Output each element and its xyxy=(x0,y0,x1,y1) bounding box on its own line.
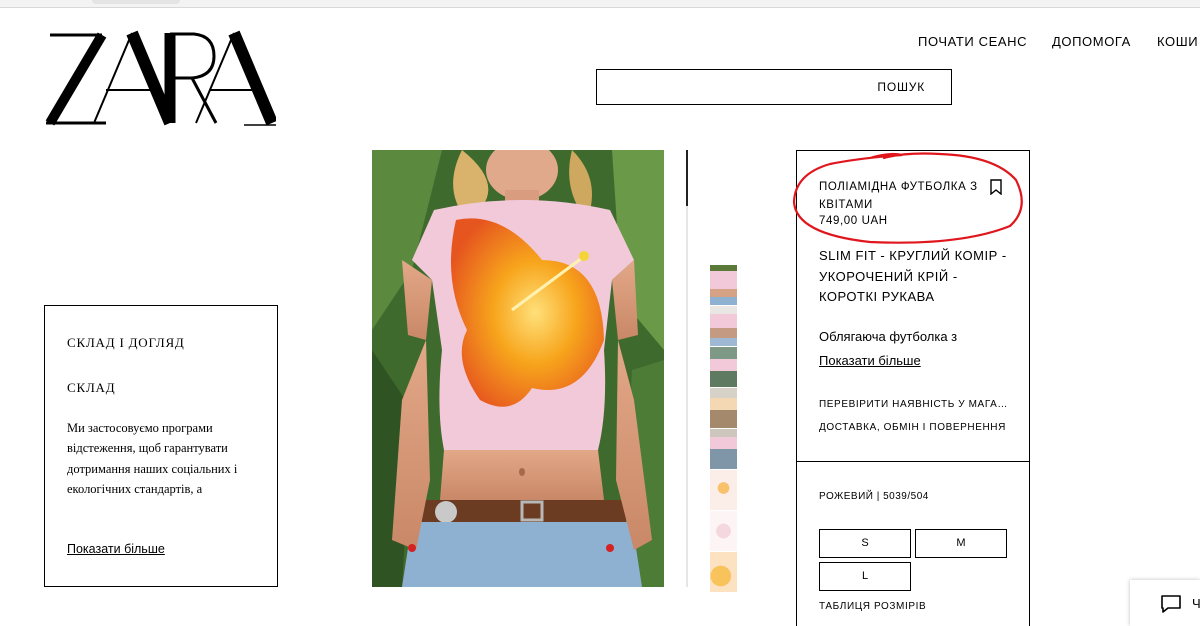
thumbnail[interactable] xyxy=(710,306,737,346)
thumbnail[interactable] xyxy=(710,429,737,469)
product-photo xyxy=(372,150,664,587)
product-title: ПОЛІАМІДНА ФУТБОЛКА З КВІТАМИ xyxy=(819,181,978,211)
composition-heading: СКЛАД xyxy=(67,380,116,395)
bookmark-icon[interactable] xyxy=(989,179,1003,195)
nav-login[interactable]: ПОЧАТИ СЕАНС xyxy=(918,34,1027,49)
care-text: Ми застосовуємо програми відстеження, що… xyxy=(67,421,238,496)
thumbnail[interactable] xyxy=(710,470,737,510)
description-show-more-link[interactable]: Показати більше xyxy=(819,353,921,368)
size-chart-link[interactable]: ТАБЛИЦЯ РОЗМІРІВ xyxy=(819,601,926,612)
care-heading[interactable]: СКЛАД І ДОГЛЯД xyxy=(67,335,185,351)
composition-care-panel: СКЛАД І ДОГЛЯД СКЛАД Ми застосовуємо про… xyxy=(44,305,278,587)
thumbnail[interactable] xyxy=(710,347,737,387)
size-selection-panel: РОЖЕВИЙ | 5039/504 S M L ТАБЛИЦЯ РОЗМІРІ… xyxy=(796,461,1030,626)
image-scrollbar[interactable] xyxy=(686,150,688,587)
thumbnail[interactable] xyxy=(710,265,737,305)
scrollbar-thumb[interactable] xyxy=(686,150,688,206)
chat-label: Ч xyxy=(1192,596,1200,611)
search-box[interactable]: ПОШУК xyxy=(596,69,952,105)
product-description: Облягаюча футболка з xyxy=(819,329,958,344)
thumbnail[interactable] xyxy=(710,552,737,592)
product-price: 749,00 UAH xyxy=(819,215,888,227)
chat-icon xyxy=(1161,595,1181,613)
color-label: РОЖЕВИЙ | 5039/504 xyxy=(819,491,929,502)
check-store-availability-link[interactable]: ПЕРЕВІРИТИ НАЯВНІСТЬ У МАГАЗИНАХ xyxy=(819,399,1009,410)
delivery-returns-link[interactable]: ДОСТАВКА, ОБМІН І ПОВЕРНЕННЯ xyxy=(819,422,1006,433)
size-option-l[interactable]: L xyxy=(819,562,911,591)
nav-cart[interactable]: КОШИ xyxy=(1157,34,1198,49)
thumbnail-strip xyxy=(710,265,737,593)
thumbnail[interactable] xyxy=(710,388,737,428)
size-option-m[interactable]: M xyxy=(915,529,1007,558)
zara-logo[interactable] xyxy=(44,28,276,128)
size-option-s[interactable]: S xyxy=(819,529,911,558)
browser-top-strip xyxy=(0,0,1200,8)
care-show-more-link[interactable]: Показати більше xyxy=(67,542,165,556)
thumbnail[interactable] xyxy=(710,511,737,551)
browser-tab[interactable] xyxy=(92,0,180,4)
nav-help[interactable]: ДОПОМОГА xyxy=(1052,34,1131,49)
chat-button[interactable]: Ч xyxy=(1130,580,1200,626)
product-main-image[interactable] xyxy=(372,150,664,587)
product-info-panel: ПОЛІАМІДНА ФУТБОЛКА З КВІТАМИ 749,00 UAH… xyxy=(796,150,1030,462)
product-fit: SLIM FIT - КРУГЛИЙ КОМІР - УКОРОЧЕНИЙ КР… xyxy=(819,248,1007,304)
search-label[interactable]: ПОШУК xyxy=(877,80,925,94)
